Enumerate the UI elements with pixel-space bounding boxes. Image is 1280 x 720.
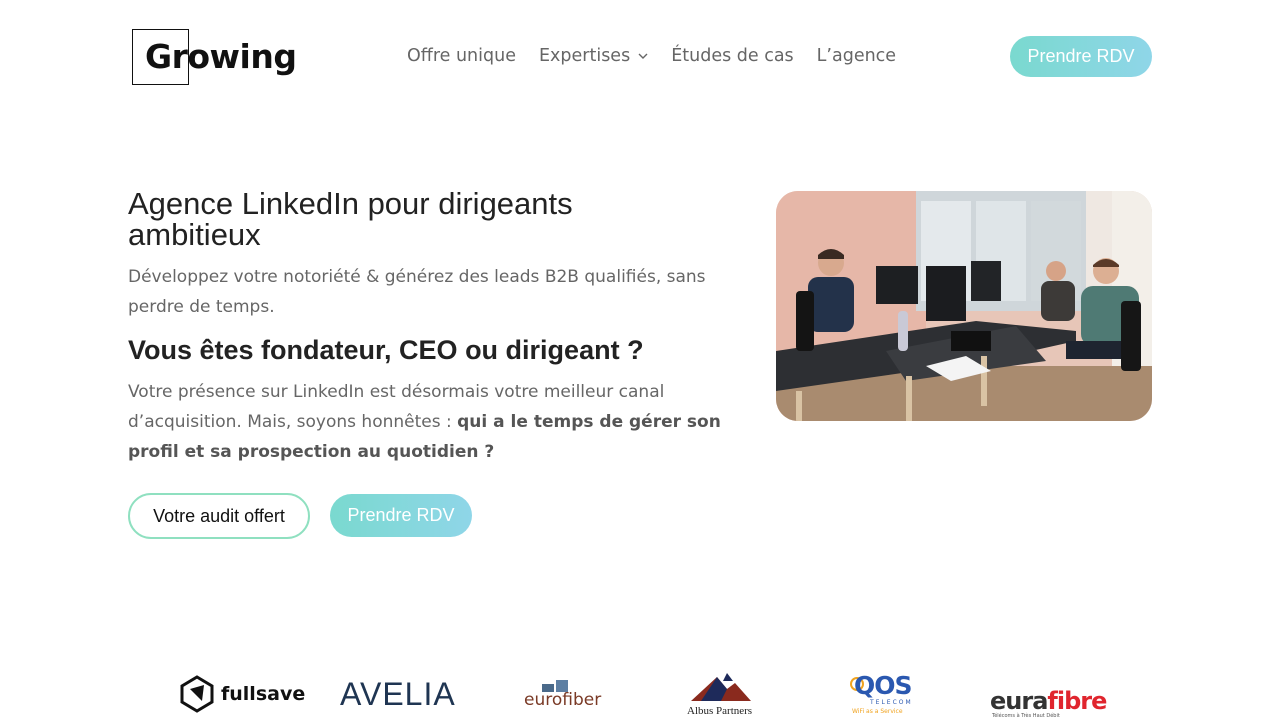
hero-title: Agence LinkedIn pour dirigeants ambitieu… xyxy=(128,186,573,252)
avelia-text: AVELIA xyxy=(340,675,456,712)
main-nav: Offre unique Expertises Études de cas L’… xyxy=(407,46,919,66)
nav-offre-unique[interactable]: Offre unique xyxy=(407,46,516,66)
header-rdv-button[interactable]: Prendre RDV xyxy=(1010,36,1152,77)
albus-mountain-icon xyxy=(691,673,751,701)
logo-eurafibre: eurafibre Télécoms à Très Haut Débit xyxy=(990,668,1107,720)
fullsave-icon xyxy=(180,675,214,713)
hero-paragraph: Votre présence sur LinkedIn est désormai… xyxy=(128,377,728,467)
qos-text: QOS xyxy=(854,671,913,700)
albus-text: Albus Partners xyxy=(687,705,753,717)
hero-subtitle: Développez votre notoriété & générez des… xyxy=(128,267,706,317)
nav-etudes-de-cas[interactable]: Études de cas xyxy=(671,46,793,66)
growing-logo[interactable]: Growing xyxy=(132,29,297,85)
nav-label: Expertises xyxy=(538,46,631,66)
fullsave-text: fullsave xyxy=(221,683,306,705)
team-office-photo xyxy=(776,191,1152,421)
logo-fullsave: fullsave xyxy=(180,668,305,720)
logo-albus-partners: Albus Partners xyxy=(686,668,756,720)
nav-label: Offre unique xyxy=(407,46,516,66)
nav-agence[interactable]: L’agence xyxy=(817,46,896,66)
eurafibre-text-red: fibre xyxy=(1047,687,1107,715)
nav-expertises[interactable]: Expertises xyxy=(539,46,648,66)
hero-rdv-button[interactable]: Prendre RDV xyxy=(330,494,472,537)
nav-label: Études de cas xyxy=(671,46,794,66)
chevron-down-icon xyxy=(638,52,648,63)
hero-question: Vous êtes fondateur, CEO ou dirigeant ? xyxy=(128,335,644,365)
eurafibre-tagline: Télécoms à Très Haut Débit xyxy=(992,713,1060,719)
logo-text: Growing xyxy=(145,37,297,76)
eurafibre-text-dark: eura xyxy=(990,687,1048,715)
logo-eurofiber: eurofiber xyxy=(524,668,601,720)
client-logos: fullsave AVELIA eurofiber Albus Partners xyxy=(0,668,1280,720)
qos-tagline: WiFi as a Service xyxy=(852,708,903,715)
qos-telecom-text: TELECOM xyxy=(870,699,913,706)
site-header: Growing Offre unique Expertises Études d… xyxy=(0,0,1280,115)
audit-offert-button[interactable]: Votre audit offert xyxy=(128,493,310,539)
logo-qos-telecom: QOS TELECOM WiFi as a Service xyxy=(850,668,920,720)
logo-avelia: AVELIA xyxy=(340,668,456,720)
eurofiber-text: eurofiber xyxy=(524,690,602,710)
nav-label: L’agence xyxy=(816,46,897,66)
